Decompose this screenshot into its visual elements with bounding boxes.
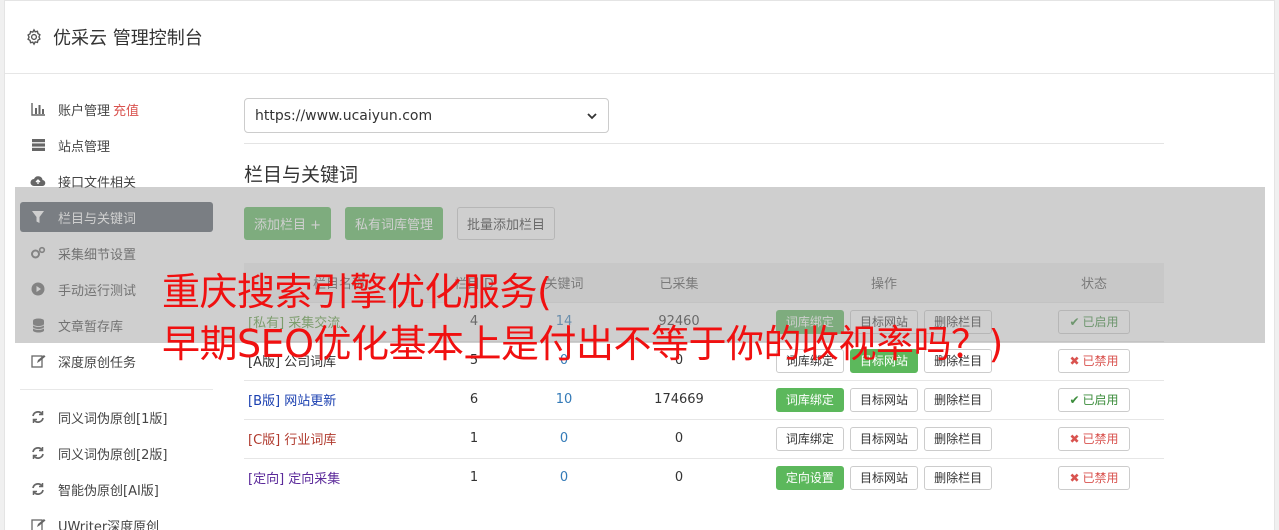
target-site-button[interactable]: 目标网站 (849, 426, 918, 451)
column-id: 6 (434, 379, 514, 419)
headline-line-1: 重庆搜索引擎优化服务( (162, 270, 552, 314)
refresh-icon (30, 445, 46, 461)
x-icon: ✖ (1069, 353, 1080, 368)
column-name[interactable]: [定向] 定向采集 (244, 457, 434, 497)
x-icon: ✖ (1069, 431, 1080, 446)
check-icon: ✔ (1069, 392, 1080, 407)
sidebar-item-label: 账户管理 (58, 103, 111, 119)
sidebar-item-label: 同义词伪原创[1版] (58, 411, 168, 427)
sidebar-item-synonym-v1[interactable]: 同义词伪原创[1版] (20, 402, 213, 432)
sidebar-item-synonym-v2[interactable]: 同义词伪原创[2版] (20, 438, 213, 468)
recharge-link[interactable]: 充值 (113, 100, 139, 119)
status-label: 已禁用 (1082, 432, 1119, 446)
headline-line-2: 早期SEO优化基本上是付出不等于你的收视率吗？) (162, 322, 1003, 366)
collected-count: 0 (614, 418, 744, 458)
x-icon: ✖ (1069, 470, 1080, 485)
sidebar-divider (20, 389, 213, 390)
delete-column-button[interactable]: 删除栏目 (924, 426, 993, 451)
status-toggle[interactable]: ✖ 已禁用 (1058, 348, 1130, 373)
table-row: [B版] 网站更新 6 10 174669 词库绑定 目标网站 删除栏目 ✔ 已启… (244, 379, 1164, 419)
sidebar-item-account[interactable]: 账户管理 充值 (20, 94, 213, 124)
keyword-count[interactable]: 0 (514, 418, 614, 458)
page-title: 优采云 管理控制台 (53, 28, 203, 49)
keyword-count[interactable]: 0 (514, 457, 614, 497)
refresh-icon (30, 409, 46, 425)
edit-icon (30, 353, 46, 369)
status-toggle[interactable]: ✔已启用 (1058, 387, 1130, 412)
bind-lib-button[interactable]: 词库绑定 (775, 387, 844, 412)
overlay-headline: 重庆搜索引擎优化服务( 早期SEO优化基本上是付出不等于你的收视率吗？) (162, 266, 1003, 370)
sidebar-item-sites[interactable]: 站点管理 (20, 130, 213, 160)
column-id: 1 (434, 457, 514, 497)
row-status: ✖ 已禁用 (1024, 457, 1164, 497)
sidebar-item-uwriter[interactable]: UWriter深度原创 (20, 510, 213, 530)
bind-lib-button[interactable]: 词库绑定 (775, 426, 844, 451)
table-row: [定向] 定向采集 1 0 0 定向设置 目标网站 删除栏目 ✖ 已禁用 (244, 457, 1164, 497)
status-toggle[interactable]: ✖ 已禁用 (1058, 426, 1130, 451)
sidebar-item-ai-original[interactable]: 智能伪原创[AI版] (20, 474, 213, 504)
column-id: 1 (434, 418, 514, 458)
server-icon (30, 137, 46, 153)
edit-icon (30, 517, 46, 530)
delete-column-button[interactable]: 删除栏目 (924, 387, 993, 412)
status-label: 已禁用 (1082, 354, 1119, 368)
row-status: ✖ 已禁用 (1024, 418, 1164, 458)
divider (244, 143, 1164, 144)
row-actions: 词库绑定 目标网站 删除栏目 (744, 379, 1024, 419)
row-status: ✔已启用 (1024, 379, 1164, 419)
chevron-down-icon (587, 112, 597, 119)
bar-chart-icon (30, 101, 46, 117)
status-toggle[interactable]: ✖ 已禁用 (1058, 465, 1130, 490)
sidebar-item-label: UWriter深度原创 (58, 519, 160, 530)
row-status: ✖ 已禁用 (1024, 340, 1164, 380)
status-label: 已禁用 (1082, 471, 1119, 486)
collected-count: 174669 (614, 379, 744, 419)
delete-column-button[interactable]: 删除栏目 (924, 465, 993, 490)
keyword-count[interactable]: 10 (514, 379, 614, 419)
column-name[interactable]: [C版] 行业词库 (244, 418, 434, 458)
section-title: 栏目与关键词 (244, 164, 359, 186)
sidebar-item-label: 站点管理 (58, 139, 111, 155)
table-row: [C版] 行业词库 1 0 0 词库绑定 目标网站 删除栏目 ✖ 已禁用 (244, 418, 1164, 458)
target-site-button[interactable]: 目标网站 (849, 387, 918, 412)
page-header: 优采云 管理控制台 (5, 1, 1274, 74)
collected-count: 0 (614, 457, 744, 497)
refresh-icon (30, 481, 46, 497)
column-name[interactable]: [B版] 网站更新 (244, 379, 434, 419)
sidebar-item-label: 深度原创任务 (58, 355, 137, 371)
row-actions: 词库绑定 目标网站 删除栏目 (744, 418, 1024, 458)
status-label: 已启用 (1082, 393, 1119, 407)
site-select-value: https://www.ucaiyun.com (255, 107, 433, 124)
site-select[interactable]: https://www.ucaiyun.com (244, 98, 609, 133)
target-site-button[interactable]: 目标网站 (849, 465, 918, 490)
row-actions: 定向设置 目标网站 删除栏目 (744, 457, 1024, 497)
sidebar-item-label: 同义词伪原创[2版] (58, 447, 168, 463)
directional-settings-button[interactable]: 定向设置 (775, 465, 844, 490)
gear-icon (27, 28, 41, 46)
sidebar-item-label: 智能伪原创[AI版] (58, 483, 159, 499)
